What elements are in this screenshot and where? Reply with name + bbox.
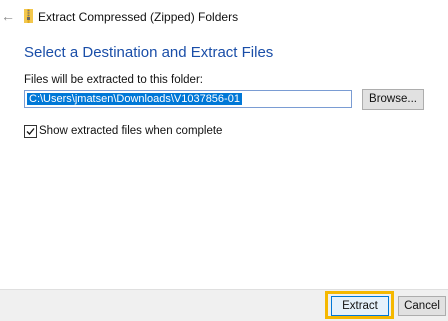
destination-path-input[interactable]: C:\Users\jmatsen\Downloads\V1037856-01 (24, 90, 352, 108)
checkmark-icon (26, 128, 35, 135)
show-files-label[interactable]: Show extracted files when complete (39, 125, 222, 137)
extract-button[interactable]: Extract (331, 296, 389, 316)
zip-folder-icon (24, 9, 33, 23)
browse-button[interactable]: Browse... (362, 89, 424, 110)
extract-dialog: ← Extract Compressed (Zipped) Folders Se… (0, 0, 448, 321)
page-heading: Select a Destination and Extract Files (24, 44, 274, 61)
title-bar: ← Extract Compressed (Zipped) Folders (0, 0, 448, 32)
cancel-button[interactable]: Cancel (398, 296, 446, 316)
destination-label: Files will be extracted to this folder: (24, 74, 203, 86)
destination-path-value: C:\Users\jmatsen\Downloads\V1037856-01 (27, 93, 242, 105)
show-files-checkbox[interactable] (24, 125, 37, 138)
window-title: Extract Compressed (Zipped) Folders (38, 10, 239, 24)
back-arrow-icon[interactable]: ← (0, 8, 16, 24)
